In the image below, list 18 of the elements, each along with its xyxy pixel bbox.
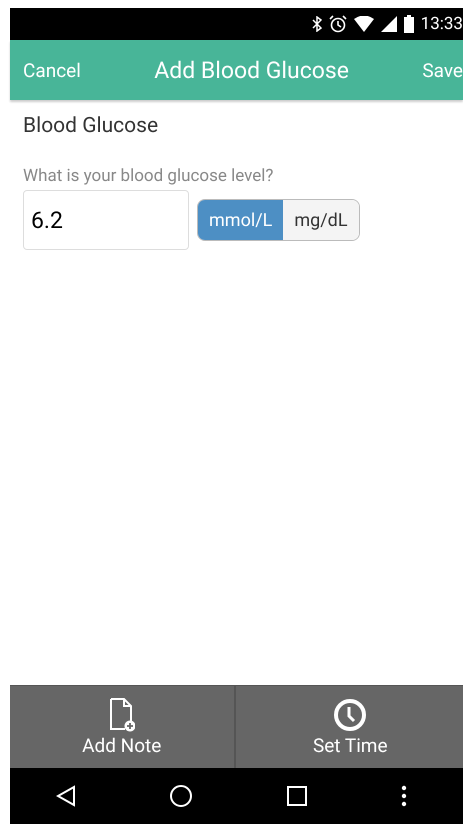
add-note-icon [108, 698, 135, 732]
screen-title: Add Blood Glucose [154, 56, 349, 84]
unit-toggle[interactable]: mmol/L [198, 200, 284, 240]
more-icon[interactable] [400, 785, 407, 807]
unit-toggle[interactable]: mg/dL [283, 200, 359, 240]
back-icon[interactable] [56, 785, 76, 807]
alarm-icon [328, 15, 347, 33]
status-time: 13:33 [420, 14, 463, 34]
signal-icon [380, 16, 397, 32]
section-title: Blood Glucose [23, 114, 158, 138]
glucose-input-field[interactable]: 6.2 [23, 190, 189, 250]
home-icon[interactable] [169, 784, 194, 808]
question-label: What is your blood glucose level? [23, 166, 274, 186]
battery-icon [404, 15, 414, 33]
bluetooth-icon [312, 16, 322, 32]
recents-icon[interactable] [286, 785, 308, 807]
wifi-icon [354, 16, 374, 32]
clock-icon [333, 698, 368, 732]
